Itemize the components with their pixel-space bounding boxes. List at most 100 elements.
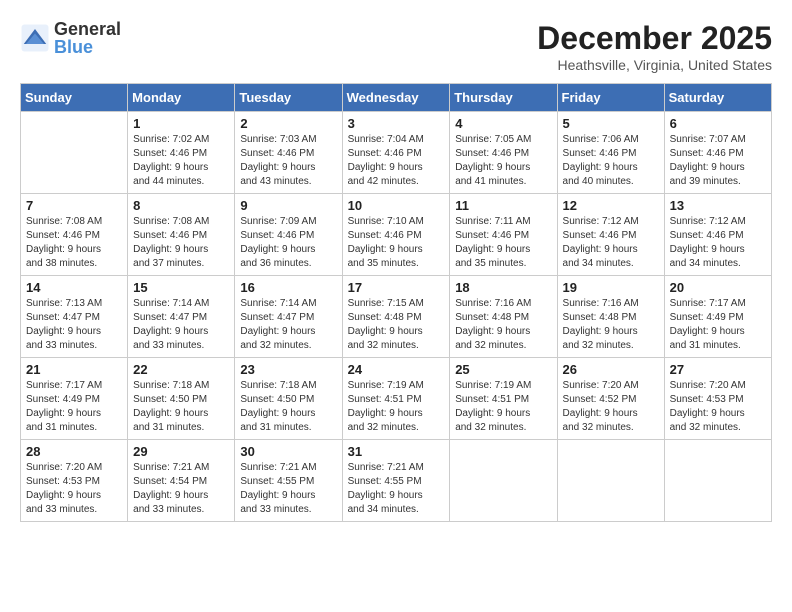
day-number: 12 [563, 198, 659, 213]
day-number: 22 [133, 362, 229, 377]
day-number: 1 [133, 116, 229, 131]
day-info: Sunrise: 7:16 AM Sunset: 4:48 PM Dayligh… [563, 297, 659, 353]
day-of-week-header: Friday [557, 84, 664, 112]
day-info: Sunrise: 7:04 AM Sunset: 4:46 PM Dayligh… [348, 133, 445, 189]
day-number: 20 [670, 280, 766, 295]
day-number: 23 [240, 362, 336, 377]
day-info: Sunrise: 7:19 AM Sunset: 4:51 PM Dayligh… [455, 379, 551, 435]
day-info: Sunrise: 7:18 AM Sunset: 4:50 PM Dayligh… [133, 379, 229, 435]
day-number: 3 [348, 116, 445, 131]
calendar-day-cell: 10 Sunrise: 7:10 AM Sunset: 4:46 PM Dayli… [342, 194, 450, 276]
calendar-day-cell: 24Sunrise: 7:19 AM Sunset: 4:51 PM Dayli… [342, 358, 450, 440]
day-of-week-header: Tuesday [235, 84, 342, 112]
day-info: Sunrise: 7:17 AM Sunset: 4:49 PM Dayligh… [670, 297, 766, 353]
day-info: Sunrise: 7:17 AM Sunset: 4:49 PM Dayligh… [26, 379, 122, 435]
calendar-day-cell: 17Sunrise: 7:15 AM Sunset: 4:48 PM Dayli… [342, 276, 450, 358]
calendar-day-cell: 5 Sunrise: 7:06 AM Sunset: 4:46 PM Daylig… [557, 112, 664, 194]
day-number: 6 [670, 116, 766, 131]
calendar-day-cell: 1 Sunrise: 7:02 AM Sunset: 4:46 PM Daylig… [128, 112, 235, 194]
title-section: December 2025 Heathsville, Virginia, Uni… [537, 20, 772, 73]
calendar-table: SundayMondayTuesdayWednesdayThursdayFrid… [20, 83, 772, 522]
day-info: Sunrise: 7:20 AM Sunset: 4:53 PM Dayligh… [670, 379, 766, 435]
calendar-day-cell: 6 Sunrise: 7:07 AM Sunset: 4:46 PM Daylig… [664, 112, 771, 194]
day-of-week-header: Monday [128, 84, 235, 112]
calendar-day-cell [664, 440, 771, 522]
calendar-week-row: 28Sunrise: 7:20 AM Sunset: 4:53 PM Dayli… [21, 440, 772, 522]
calendar-day-cell: 27 Sunrise: 7:20 AM Sunset: 4:53 PM Dayli… [664, 358, 771, 440]
calendar-day-cell: 25 Sunrise: 7:19 AM Sunset: 4:51 PM Dayli… [450, 358, 557, 440]
day-number: 8 [133, 198, 229, 213]
day-number: 17 [348, 280, 445, 295]
day-number: 25 [455, 362, 551, 377]
day-info: Sunrise: 7:14 AM Sunset: 4:47 PM Dayligh… [133, 297, 229, 353]
calendar-day-cell: 13 Sunrise: 7:12 AM Sunset: 4:46 PM Dayli… [664, 194, 771, 276]
day-number: 9 [240, 198, 336, 213]
day-number: 31 [348, 444, 445, 459]
day-info: Sunrise: 7:21 AM Sunset: 4:55 PM Dayligh… [348, 461, 445, 517]
day-number: 28 [26, 444, 122, 459]
day-number: 2 [240, 116, 336, 131]
day-info: Sunrise: 7:08 AM Sunset: 4:46 PM Dayligh… [26, 215, 122, 271]
calendar-day-cell: 7 Sunrise: 7:08 AM Sunset: 4:46 PM Daylig… [21, 194, 128, 276]
day-info: Sunrise: 7:13 AM Sunset: 4:47 PM Dayligh… [26, 297, 122, 353]
day-number: 29 [133, 444, 229, 459]
calendar-day-cell: 21Sunrise: 7:17 AM Sunset: 4:49 PM Dayli… [21, 358, 128, 440]
calendar-week-row: 7 Sunrise: 7:08 AM Sunset: 4:46 PM Daylig… [21, 194, 772, 276]
day-number: 14 [26, 280, 122, 295]
day-number: 10 [348, 198, 445, 213]
calendar-day-cell: 31 Sunrise: 7:21 AM Sunset: 4:55 PM Dayli… [342, 440, 450, 522]
calendar-header-row: SundayMondayTuesdayWednesdayThursdayFrid… [21, 84, 772, 112]
day-number: 16 [240, 280, 336, 295]
logo-blue: Blue [54, 38, 121, 56]
day-info: Sunrise: 7:08 AM Sunset: 4:46 PM Dayligh… [133, 215, 229, 271]
day-info: Sunrise: 7:10 AM Sunset: 4:46 PM Dayligh… [348, 215, 445, 271]
calendar-day-cell: 3 Sunrise: 7:04 AM Sunset: 4:46 PM Daylig… [342, 112, 450, 194]
day-info: Sunrise: 7:14 AM Sunset: 4:47 PM Dayligh… [240, 297, 336, 353]
calendar-day-cell: 28Sunrise: 7:20 AM Sunset: 4:53 PM Dayli… [21, 440, 128, 522]
calendar-day-cell [450, 440, 557, 522]
day-of-week-header: Thursday [450, 84, 557, 112]
calendar-day-cell: 4Sunrise: 7:05 AM Sunset: 4:46 PM Daylig… [450, 112, 557, 194]
calendar-day-cell: 15 Sunrise: 7:14 AM Sunset: 4:47 PM Dayli… [128, 276, 235, 358]
calendar-week-row: 14 Sunrise: 7:13 AM Sunset: 4:47 PM Dayli… [21, 276, 772, 358]
day-info: Sunrise: 7:02 AM Sunset: 4:46 PM Dayligh… [133, 133, 229, 189]
day-info: Sunrise: 7:11 AM Sunset: 4:46 PM Dayligh… [455, 215, 551, 271]
day-number: 11 [455, 198, 551, 213]
day-info: Sunrise: 7:16 AM Sunset: 4:48 PM Dayligh… [455, 297, 551, 353]
day-number: 24 [348, 362, 445, 377]
day-number: 26 [563, 362, 659, 377]
logo-text: General Blue [54, 20, 121, 56]
calendar-day-cell [557, 440, 664, 522]
day-number: 7 [26, 198, 122, 213]
day-of-week-header: Sunday [21, 84, 128, 112]
calendar-day-cell: 11 Sunrise: 7:11 AM Sunset: 4:46 PM Dayli… [450, 194, 557, 276]
day-info: Sunrise: 7:20 AM Sunset: 4:52 PM Dayligh… [563, 379, 659, 435]
day-number: 15 [133, 280, 229, 295]
calendar-day-cell: 8 Sunrise: 7:08 AM Sunset: 4:46 PM Daylig… [128, 194, 235, 276]
day-info: Sunrise: 7:21 AM Sunset: 4:55 PM Dayligh… [240, 461, 336, 517]
day-number: 5 [563, 116, 659, 131]
day-number: 19 [563, 280, 659, 295]
logo-icon [20, 23, 50, 53]
day-info: Sunrise: 7:03 AM Sunset: 4:46 PM Dayligh… [240, 133, 336, 189]
calendar-day-cell: 14 Sunrise: 7:13 AM Sunset: 4:47 PM Dayli… [21, 276, 128, 358]
day-number: 13 [670, 198, 766, 213]
day-number: 18 [455, 280, 551, 295]
day-info: Sunrise: 7:09 AM Sunset: 4:46 PM Dayligh… [240, 215, 336, 271]
month-year-title: December 2025 [537, 20, 772, 57]
calendar-week-row: 21Sunrise: 7:17 AM Sunset: 4:49 PM Dayli… [21, 358, 772, 440]
day-info: Sunrise: 7:12 AM Sunset: 4:46 PM Dayligh… [670, 215, 766, 271]
calendar-day-cell: 22 Sunrise: 7:18 AM Sunset: 4:50 PM Dayli… [128, 358, 235, 440]
calendar-day-cell [21, 112, 128, 194]
day-info: Sunrise: 7:06 AM Sunset: 4:46 PM Dayligh… [563, 133, 659, 189]
day-of-week-header: Saturday [664, 84, 771, 112]
day-number: 27 [670, 362, 766, 377]
calendar-day-cell: 2 Sunrise: 7:03 AM Sunset: 4:46 PM Daylig… [235, 112, 342, 194]
day-info: Sunrise: 7:12 AM Sunset: 4:46 PM Dayligh… [563, 215, 659, 271]
calendar-day-cell: 19 Sunrise: 7:16 AM Sunset: 4:48 PM Dayli… [557, 276, 664, 358]
day-info: Sunrise: 7:07 AM Sunset: 4:46 PM Dayligh… [670, 133, 766, 189]
calendar-day-cell: 30Sunrise: 7:21 AM Sunset: 4:55 PM Dayli… [235, 440, 342, 522]
logo-general: General [54, 20, 121, 38]
page-header: General Blue December 2025 Heathsville, … [20, 20, 772, 73]
calendar-week-row: 1 Sunrise: 7:02 AM Sunset: 4:46 PM Daylig… [21, 112, 772, 194]
